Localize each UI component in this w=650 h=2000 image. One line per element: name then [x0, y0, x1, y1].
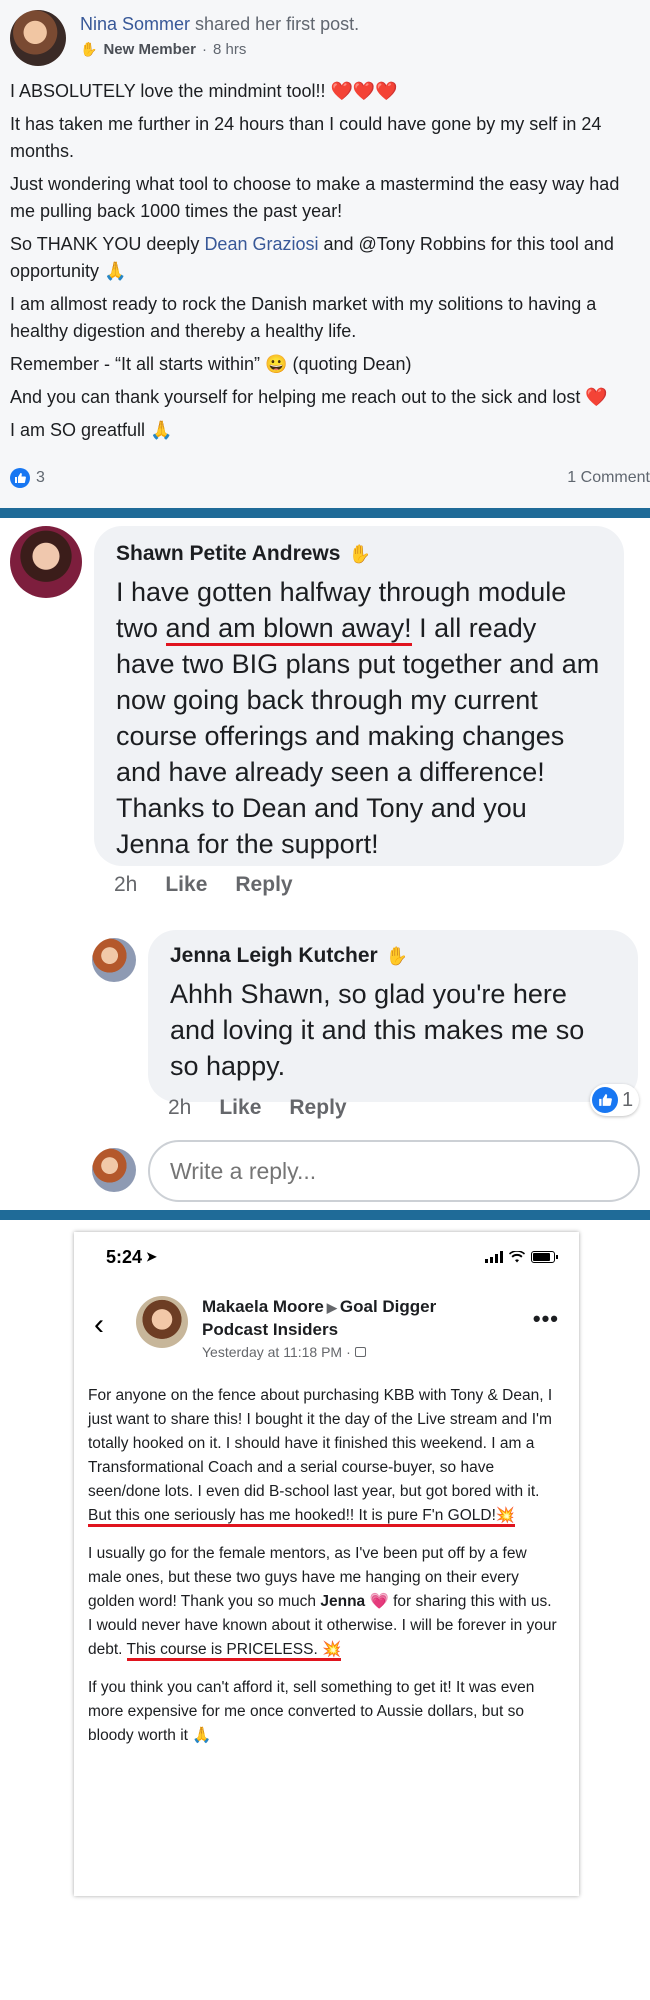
phone-screenshot: 5:24 ➤ ‹ Makaela Moore ▶ Goal Digger Podca…	[74, 1232, 579, 1896]
post-text: So THANK YOU deeply	[10, 234, 205, 254]
post-paragraph: It has taken me further in 24 hours than…	[10, 114, 602, 161]
post-paragraph: I am allmost ready to rock the Danish ma…	[10, 294, 597, 341]
post-body: I ABSOLUTELY love the mindmint tool!! ❤️…	[10, 78, 640, 444]
status-icons	[485, 1251, 558, 1263]
post-header: Nina Sommer shared her first post. ✋ New…	[10, 10, 640, 66]
phone-paragraph: If you think you can't afford it, sell s…	[88, 1679, 535, 1744]
comment-author[interactable]: Shawn Petite Andrews ✋	[116, 542, 602, 566]
post-paragraph: Just wondering what tool to choose to ma…	[10, 174, 620, 221]
underlined-text: This course is PRICELESS. 💥	[126, 1641, 342, 1661]
comment-author-name[interactable]: Shawn Petite Andrews	[116, 542, 340, 566]
mention-link[interactable]: Dean Graziosi	[204, 234, 318, 254]
post-paragraph: I am SO greatfull 🙏	[10, 420, 173, 440]
wave-hand-icon: ✋	[348, 543, 371, 564]
reaction-count: 1	[622, 1088, 634, 1111]
group-post: Nina Sommer shared her first post. ✋ New…	[0, 0, 650, 510]
phone-post-time[interactable]: Yesterday at 11:18 PM	[202, 1341, 342, 1363]
battery-icon	[531, 1251, 558, 1263]
post-paragraph: I ABSOLUTELY love the mindmint tool!! ❤️…	[10, 81, 398, 101]
clock-time: 5:24	[106, 1246, 143, 1267]
phone-post-body: For anyone on the fence about purchasing…	[88, 1384, 558, 1762]
reply-input[interactable]	[148, 1140, 640, 1202]
underlined-text: and am blown away!	[165, 613, 412, 646]
phone-text: For anyone on the fence about purchasing…	[88, 1387, 553, 1500]
phone-post-title: Makaela Moore ▶ Goal Digger Podcast Inside…	[202, 1296, 502, 1363]
comment-bubble: Shawn Petite Andrews ✋ I have gotten hal…	[94, 526, 624, 866]
reaction-pill[interactable]: 1	[590, 1084, 640, 1116]
post-subline: ✋ New Member · 8 hrs	[80, 41, 359, 58]
avatar[interactable]	[92, 938, 136, 982]
post-footer: 3 1 Comment	[10, 468, 650, 488]
post-author-line: Nina Sommer shared her first post.	[80, 14, 359, 35]
location-arrow-icon: ➤	[146, 1249, 157, 1264]
phone-post-author[interactable]: Makaela Moore	[202, 1297, 324, 1316]
phone-post-header: ‹ Makaela Moore ▶ Goal Digger Podcast Insi…	[74, 1296, 579, 1370]
post-paragraph: And you can thank yourself for helping m…	[10, 387, 608, 407]
reply-button[interactable]: Reply	[235, 873, 292, 897]
like-button[interactable]: Like	[219, 1096, 261, 1120]
wave-hand-icon: ✋	[80, 41, 98, 57]
comment-thread: Shawn Petite Andrews ✋ I have gotten hal…	[0, 518, 650, 1210]
like-count: 3	[36, 469, 45, 486]
avatar[interactable]	[136, 1296, 188, 1348]
avatar	[92, 1148, 136, 1192]
more-options-icon[interactable]: •••	[533, 1306, 559, 1332]
comment-text-part: I all ready have two BIG plans put toget…	[116, 613, 600, 859]
member-badge: New Member	[103, 41, 196, 58]
divider	[0, 1210, 650, 1220]
status-bar: 5:24 ➤	[74, 1232, 579, 1282]
underlined-text: But this one seriously has me hooked!! I…	[88, 1507, 516, 1527]
status-clock: 5:24 ➤	[106, 1247, 157, 1268]
avatar[interactable]	[10, 526, 82, 598]
dot-separator: ·	[201, 41, 207, 58]
post-paragraph: Remember - “It all starts within” 😀 (quo…	[10, 354, 412, 374]
back-chevron-icon[interactable]: ‹	[94, 1308, 104, 1342]
reply-author-name[interactable]: Jenna Leigh Kutcher	[170, 944, 378, 968]
reply-author[interactable]: Jenna Leigh Kutcher ✋	[170, 944, 616, 968]
phone-post-time-row: Yesterday at 11:18 PM ·	[202, 1341, 502, 1363]
post-time[interactable]: 8 hrs	[213, 41, 246, 58]
mentioned-name: Jenna	[320, 1593, 366, 1610]
comment-count-link[interactable]: 1 Comment	[567, 469, 650, 487]
post-meta: Nina Sommer shared her first post. ✋ New…	[80, 14, 359, 58]
avatar[interactable]	[10, 10, 66, 66]
phone-paragraph: I usually go for the female mentors, as …	[88, 1542, 558, 1662]
reply-time[interactable]: 2h	[168, 1096, 191, 1120]
wifi-icon	[509, 1251, 525, 1263]
like-button[interactable]: Like	[165, 873, 207, 897]
divider	[0, 508, 650, 518]
like-icon	[592, 1087, 618, 1113]
like-icon	[10, 468, 30, 488]
comment-actions: 2h Like Reply	[114, 873, 293, 897]
reply-bubble: Jenna Leigh Kutcher ✋ Ahhh Shawn, so gla…	[148, 930, 638, 1102]
comment-text: I have gotten halfway through module two…	[116, 574, 602, 862]
phone-paragraph: For anyone on the fence about purchasing…	[88, 1384, 558, 1528]
reply-text: Ahhh Shawn, so glad you're here and lovi…	[170, 979, 585, 1081]
post-action-text: shared her first post.	[195, 14, 360, 34]
arrow-right-icon: ▶	[326, 1300, 337, 1315]
reaction-summary[interactable]: 3	[10, 468, 45, 488]
signal-icon	[485, 1251, 503, 1263]
reply-actions: 2h Like Reply	[168, 1096, 347, 1120]
wave-hand-icon: ✋	[385, 945, 409, 966]
group-privacy-icon	[354, 1347, 366, 1357]
comment-time[interactable]: 2h	[114, 873, 137, 897]
post-paragraph: So THANK YOU deeply Dean Graziosi and @T…	[10, 231, 640, 285]
dot-separator: ·	[346, 1344, 351, 1360]
reply-button[interactable]: Reply	[289, 1096, 346, 1120]
post-author-link[interactable]: Nina Sommer	[80, 14, 190, 34]
